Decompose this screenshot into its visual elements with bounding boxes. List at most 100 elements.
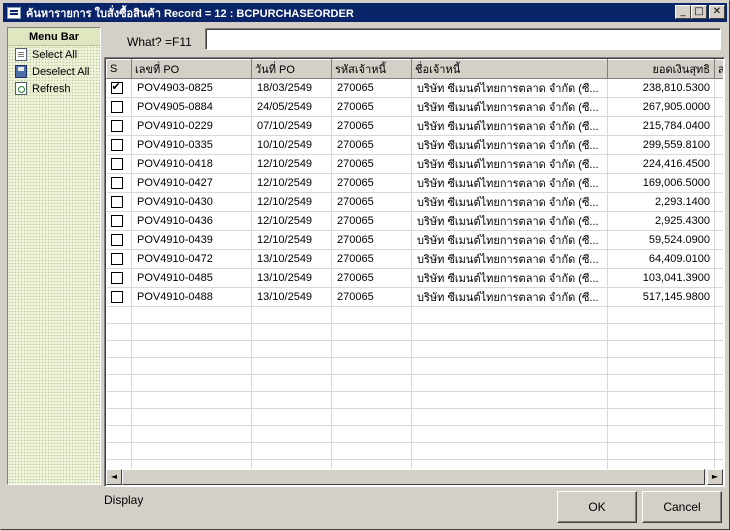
net-amount-cell: 517,145.9800: [607, 287, 715, 307]
empty-row: [106, 323, 723, 341]
search-input[interactable]: [205, 28, 721, 50]
empty-cell: [411, 391, 608, 409]
po-date-cell: 10/10/2549: [251, 135, 332, 155]
status-cell: [714, 249, 723, 269]
empty-cell: [411, 340, 608, 358]
table-row[interactable]: POV4910-0436 12/10/2549 270065 บริษัท ซีเมน…: [106, 211, 723, 231]
empty-cell: [131, 391, 252, 409]
column-header-net-amount[interactable]: ยอดเงินสุทธิ: [607, 59, 715, 79]
scroll-right-button[interactable]: ►: [707, 469, 723, 485]
empty-cell: [607, 425, 715, 443]
menu-item-select-all[interactable]: Select All: [8, 46, 100, 63]
table-row[interactable]: POV4910-0418 12/10/2549 270065 บริษัท ซีเมน…: [106, 154, 723, 174]
empty-row: [106, 306, 723, 324]
empty-cell: [607, 442, 715, 460]
row-checkbox[interactable]: [110, 80, 123, 95]
empty-cell: [251, 374, 332, 392]
table-row[interactable]: POV4905-0884 24/05/2549 270065 บริษัท ซีเมน…: [106, 97, 723, 117]
column-header-po-date[interactable]: วันที่ PO: [251, 59, 332, 79]
empty-cell: [607, 408, 715, 426]
empty-cell: [411, 459, 608, 469]
status-cell: [714, 78, 723, 98]
row-checkbox[interactable]: [110, 253, 123, 266]
title-bar[interactable]: ค้นหารายการ ใบสั่งซื้อสินค้า Record = 12…: [3, 3, 727, 22]
empty-cell: [607, 340, 715, 358]
table-row[interactable]: POV4910-0488 13/10/2549 270065 บริษัท ซีเมน…: [106, 287, 723, 307]
po-table: S เลขที่ PO วันที่ PO รหัสเจ้าหนี้ ชื่อเ…: [106, 59, 723, 469]
table-row[interactable]: POV4910-0472 13/10/2549 270065 บริษัท ซีเมน…: [106, 249, 723, 269]
row-checkbox[interactable]: [110, 291, 123, 304]
status-cell: [714, 268, 723, 288]
net-amount-cell: 2,293.1400: [607, 192, 715, 212]
table-row[interactable]: POV4910-0430 12/10/2549 270065 บริษัท ซีเมน…: [106, 192, 723, 212]
floppy-disk-icon: [15, 65, 27, 78]
net-amount-cell: 59,524.0900: [607, 230, 715, 250]
empty-cell: [607, 391, 715, 409]
table-row[interactable]: POV4910-0427 12/10/2549 270065 บริษัท ซีเมน…: [106, 173, 723, 193]
row-checkbox[interactable]: [110, 196, 123, 209]
column-header-status[interactable]: สถ: [714, 59, 723, 79]
scroll-left-button[interactable]: ◄: [106, 469, 122, 485]
ok-button[interactable]: OK: [557, 491, 637, 523]
select-checkbox-cell: [106, 192, 132, 212]
empty-cell: [714, 306, 723, 324]
status-cell: [714, 287, 723, 307]
po-number-cell: POV4910-0335: [131, 135, 252, 155]
column-header-po-number[interactable]: เลขที่ PO: [131, 59, 252, 79]
empty-cell: [131, 459, 252, 469]
select-checkbox-cell: [106, 116, 132, 136]
po-number-cell: POV4910-0439: [131, 230, 252, 250]
net-amount-cell: 2,925.4300: [607, 211, 715, 231]
table-row[interactable]: POV4910-0485 13/10/2549 270065 บริษัท ซีเมน…: [106, 268, 723, 288]
row-checkbox[interactable]: [110, 101, 123, 114]
empty-cell: [106, 374, 132, 392]
po-date-cell: 12/10/2549: [251, 230, 332, 250]
row-checkbox[interactable]: [110, 158, 123, 171]
column-header-creditor-code[interactable]: รหัสเจ้าหนี้: [331, 59, 412, 79]
empty-cell: [106, 408, 132, 426]
column-header-creditor-name[interactable]: ชื่อเจ้าหนี้: [411, 59, 608, 79]
empty-row: [106, 408, 723, 426]
creditor-code-cell: 270065: [331, 268, 412, 288]
creditor-code-cell: 270065: [331, 135, 412, 155]
po-date-cell: 24/05/2549: [251, 97, 332, 117]
creditor-code-cell: 270065: [331, 78, 412, 98]
empty-cell: [251, 408, 332, 426]
status-cell: [714, 230, 723, 250]
row-checkbox[interactable]: [110, 139, 123, 152]
empty-cell: [331, 323, 412, 341]
table-row[interactable]: POV4910-0335 10/10/2549 270065 บริษัท ซีเมน…: [106, 135, 723, 155]
column-header-select[interactable]: S: [106, 59, 132, 79]
empty-cell: [714, 323, 723, 341]
horizontal-scrollbar[interactable]: ◄ ►: [106, 469, 723, 485]
scroll-thumb[interactable]: [122, 469, 705, 485]
creditor-code-cell: 270065: [331, 192, 412, 212]
table-row[interactable]: POV4910-0439 12/10/2549 270065 บริษัท ซีเมน…: [106, 230, 723, 250]
scroll-track[interactable]: [122, 469, 707, 485]
row-checkbox[interactable]: [110, 215, 123, 228]
empty-cell: [411, 306, 608, 324]
cancel-button[interactable]: Cancel: [642, 491, 722, 523]
close-button[interactable]: ✕: [709, 5, 725, 19]
empty-row: [106, 374, 723, 392]
po-number-cell: POV4910-0436: [131, 211, 252, 231]
empty-cell: [411, 408, 608, 426]
row-checkbox[interactable]: [110, 177, 123, 190]
row-checkbox[interactable]: [110, 120, 123, 133]
menu-item-deselect-all[interactable]: Deselect All: [8, 63, 100, 80]
creditor-name-cell: บริษัท ซีเมนต์ไทยการตลาด จำกัด (ซี...: [411, 135, 608, 155]
menu-bar-title: Menu Bar: [8, 28, 100, 46]
empty-cell: [714, 442, 723, 460]
empty-cell: [106, 425, 132, 443]
menu-item-refresh[interactable]: Refresh: [8, 80, 100, 97]
empty-cell: [607, 306, 715, 324]
empty-row: [106, 442, 723, 460]
table-row[interactable]: POV4910-0229 07/10/2549 270065 บริษัท ซีเมน…: [106, 116, 723, 136]
status-cell: [714, 211, 723, 231]
maximize-button[interactable]: □: [691, 5, 707, 19]
table-row[interactable]: POV4903-082518/03/2549270065บริษัท ซีเมน…: [106, 78, 723, 98]
row-checkbox[interactable]: [110, 272, 123, 285]
purchase-order-grid: S เลขที่ PO วันที่ PO รหัสเจ้าหนี้ ชื่อเ…: [104, 57, 725, 487]
row-checkbox[interactable]: [110, 234, 123, 247]
minimize-button[interactable]: _: [675, 5, 691, 19]
